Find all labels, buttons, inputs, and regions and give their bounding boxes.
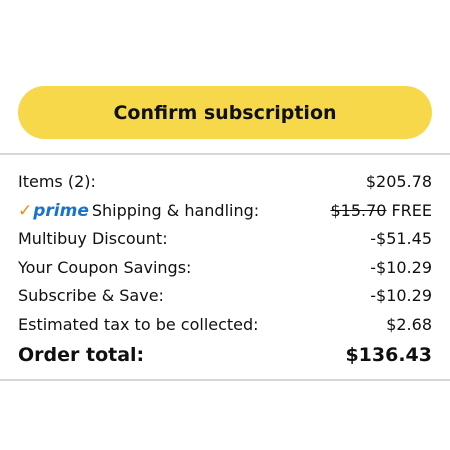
items-label: Items (2):: [18, 172, 96, 191]
tax-value: $2.68: [386, 314, 432, 334]
prime-check-icon: ✓: [18, 200, 33, 221]
subscribe-save-label: Subscribe & Save:: [18, 286, 164, 306]
tax-label: Estimated tax to be collected:: [18, 314, 259, 334]
coupon-row: Your Coupon Savings: -$10.29: [18, 254, 432, 283]
multibuy-value: -$51.45: [370, 229, 432, 249]
subscribe-save-row: Subscribe & Save: -$10.29: [18, 282, 432, 311]
order-total-label: Order total:: [18, 343, 145, 366]
summary-bottom-divider: [0, 379, 450, 381]
shipping-value-group: $15.70 FREE: [330, 197, 432, 226]
subscribe-save-value: -$10.29: [370, 286, 432, 306]
order-summary: Items (2): $205.78 ✓ prime Shipping & ha…: [18, 168, 432, 370]
confirm-subscription-button[interactable]: Confirm subscription: [18, 86, 432, 139]
items-row: Items (2): $205.78: [18, 168, 432, 197]
multibuy-label: Multibuy Discount:: [18, 229, 168, 249]
order-total-row: Order total: $136.43: [18, 340, 432, 370]
shipping-label: Shipping & handling:: [91, 200, 260, 220]
multibuy-row: Multibuy Discount: -$51.45: [18, 225, 432, 254]
shipping-label-group: ✓ prime Shipping & handling:: [18, 197, 259, 226]
shipping-value: FREE: [391, 200, 432, 220]
coupon-label: Your Coupon Savings:: [18, 257, 192, 277]
summary-top-divider: [0, 153, 450, 155]
tax-row: Estimated tax to be collected: $2.68: [18, 311, 432, 340]
coupon-value: -$10.29: [370, 257, 432, 277]
order-total-value: $136.43: [345, 343, 432, 366]
prime-logo: ✓ prime: [18, 200, 89, 221]
shipping-original-price: $15.70: [330, 200, 387, 220]
prime-wordmark: prime: [33, 200, 89, 221]
items-value: $205.78: [365, 172, 432, 191]
shipping-row: ✓ prime Shipping & handling: $15.70 FREE: [18, 197, 432, 226]
